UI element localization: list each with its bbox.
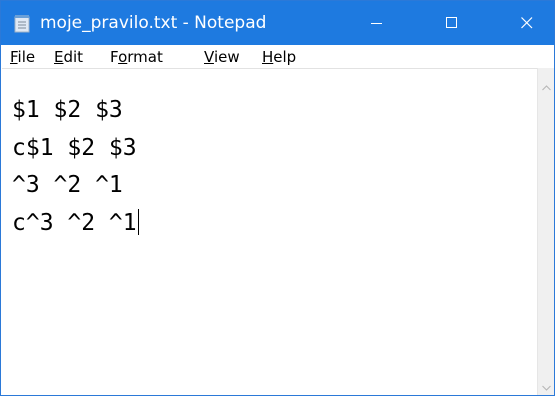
text-line: c^3 ^2 ^1 <box>12 208 139 238</box>
menu-view[interactable]: View <box>204 46 240 68</box>
title-bar[interactable]: moje_pravilo.txt - Notepad <box>1 1 554 45</box>
close-icon <box>521 14 533 33</box>
text-line: $1 $2 $3 <box>12 97 123 123</box>
menu-help[interactable]: Help <box>262 46 296 68</box>
text-line: c$1 $2 $3 <box>12 135 137 161</box>
text-caret <box>137 209 139 235</box>
text-line-content: c^3 ^2 ^1 <box>12 210 137 236</box>
notepad-window: moje_pravilo.txt - Notepad File Edit For… <box>0 0 555 396</box>
text-editor[interactable]: $1 $2 $3 c$1 $2 $3 ^3 ^2 ^1 c^3 ^2 ^1 <box>2 68 537 395</box>
window-title: moje_pravilo.txt - Notepad <box>40 13 267 33</box>
scroll-up-arrow-icon[interactable] <box>542 76 551 95</box>
scroll-down-arrow-icon[interactable] <box>542 376 551 395</box>
menu-bar: File Edit Format View Help <box>1 45 554 67</box>
menu-format[interactable]: Format <box>110 46 163 68</box>
text-line: ^3 ^2 ^1 <box>12 172 123 198</box>
vertical-scrollbar[interactable] <box>537 68 554 395</box>
minimize-button[interactable] <box>354 1 400 45</box>
menu-file[interactable]: File <box>10 46 35 68</box>
menu-edit[interactable]: Edit <box>54 46 83 68</box>
close-button[interactable] <box>504 1 550 45</box>
minimize-icon <box>371 14 383 33</box>
maximize-icon <box>446 14 458 33</box>
maximize-button[interactable] <box>429 1 475 45</box>
notepad-icon <box>14 14 31 33</box>
